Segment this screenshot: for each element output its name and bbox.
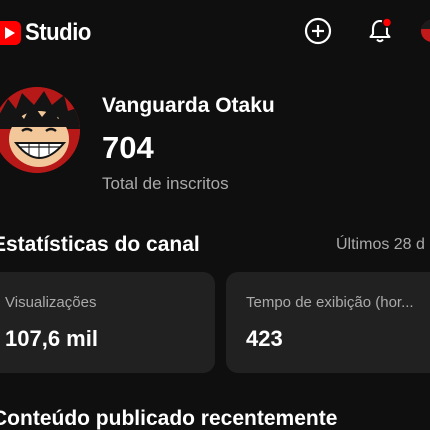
watch-time-value: 423 (246, 326, 283, 351)
notification-bell-icon (369, 17, 393, 43)
create-icon (304, 17, 332, 45)
notifications-button[interactable] (365, 16, 395, 46)
channel-avatar[interactable] (0, 87, 80, 173)
subscriber-label: Total de inscritos (102, 174, 229, 193)
channel-name: Vanguarda Otaku (102, 94, 275, 117)
app-header: Studio (0, 0, 430, 64)
stats-period[interactable]: Últimos 28 d (336, 236, 425, 254)
logo-text: Studio (25, 19, 91, 46)
channel-stats-title: Estatísticas do canal (0, 233, 200, 256)
youtube-play-icon (0, 21, 21, 45)
account-avatar[interactable] (421, 20, 430, 42)
create-button[interactable] (303, 16, 333, 46)
views-card[interactable]: Visualizações 107,6 mil (0, 272, 215, 373)
views-label: Visualizações (5, 294, 97, 311)
channel-avatar-image (0, 87, 80, 173)
studio-dashboard: Studio Vanguarda Otaku 704 Total de insc… (0, 0, 430, 430)
recent-content-title: Conteúdo publicado recentemente (0, 407, 338, 430)
views-value: 107,6 mil (5, 326, 98, 351)
studio-logo[interactable]: Studio (0, 19, 97, 47)
watch-time-label: Tempo de exibição (hor... (246, 294, 414, 311)
notification-dot (381, 17, 393, 28)
subscriber-count: 704 (102, 130, 154, 165)
watch-time-card[interactable]: Tempo de exibição (hor... 423 (226, 272, 430, 373)
